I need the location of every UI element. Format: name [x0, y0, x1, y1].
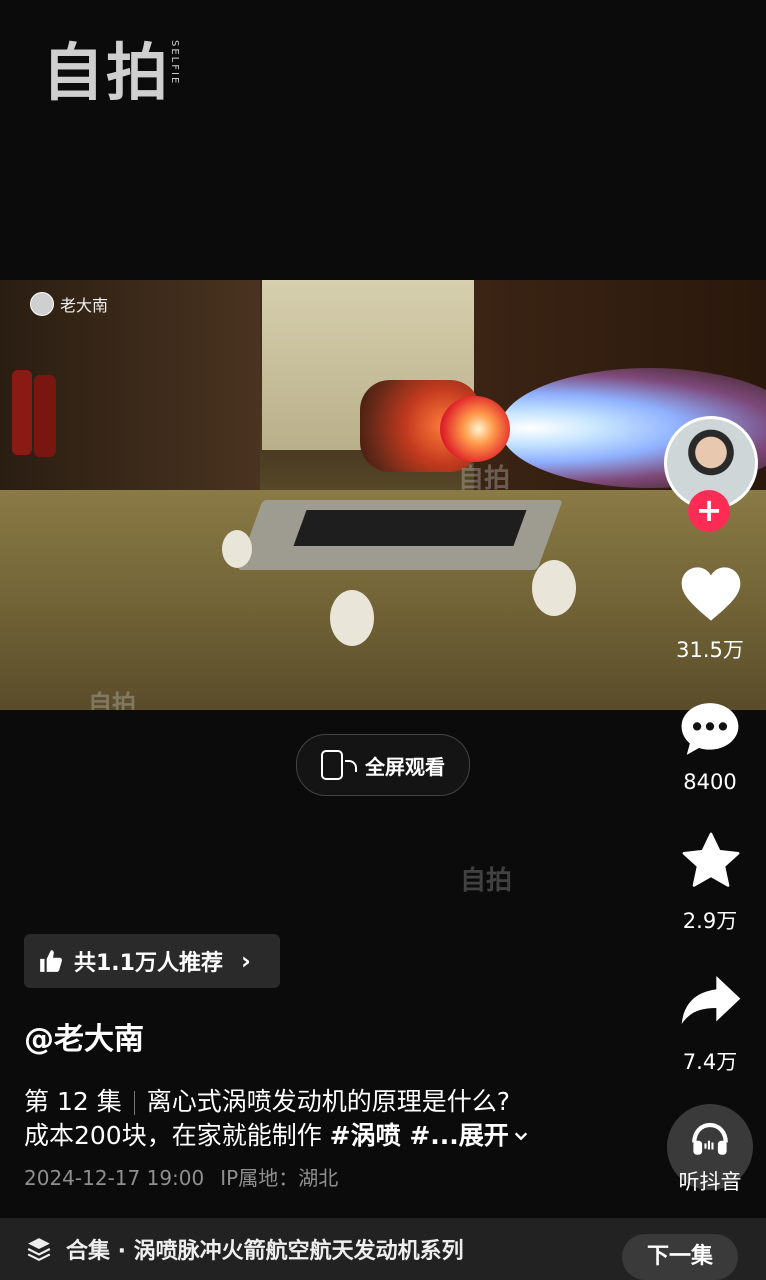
chevron-down-icon[interactable]	[513, 1128, 529, 1144]
comment-count: 8400	[683, 770, 737, 794]
share-arrow-icon[interactable]	[679, 972, 743, 1028]
thumbs-up-icon	[40, 950, 62, 972]
hashtags[interactable]: #涡喷 #...	[330, 1121, 459, 1150]
follow-button[interactable]: +	[688, 490, 730, 532]
author-name[interactable]: @老大南	[24, 1014, 144, 1058]
author-mini-avatar	[30, 292, 54, 316]
fire-extinguisher	[34, 375, 56, 457]
cart-board	[293, 510, 527, 546]
next-episode-button[interactable]: 下一集	[622, 1234, 738, 1280]
cart-wheel	[532, 560, 576, 616]
headphones-icon	[692, 1122, 728, 1155]
recommend-pill[interactable]: 共1.1万人推荐 ›	[24, 934, 280, 988]
description-text: 成本200块，在家就能制作	[24, 1121, 330, 1150]
chevron-right-icon: ›	[240, 947, 251, 975]
engine-nozzle	[440, 396, 510, 462]
favorite-star-icon[interactable]	[679, 830, 743, 892]
video-watermark: 自拍	[458, 464, 511, 494]
video-player[interactable]: 自拍 自拍	[0, 280, 766, 710]
description-title: 离心式涡喷发动机的原理是什么?	[146, 1087, 510, 1116]
post-time: 2024-12-17 19:00	[24, 1166, 205, 1190]
layers-icon	[27, 1238, 51, 1262]
selfie-logo-sub: SELFIE	[169, 40, 180, 86]
like-heart-icon[interactable]	[679, 564, 743, 624]
fullscreen-button[interactable]: 全屏观看	[296, 734, 470, 796]
recommend-label: 共1.1万人推荐	[74, 951, 223, 976]
like-count: 31.5万	[676, 638, 744, 662]
cart-wheel	[330, 590, 374, 646]
collection-title: 合集 · 涡喷脉冲火箭航空航天发动机系列	[66, 1239, 464, 1264]
ip-location: IP属地：湖北	[220, 1166, 339, 1190]
episode-label: 第 12 集	[24, 1087, 122, 1116]
share-count: 7.4万	[682, 1050, 738, 1074]
description-line1: 第 12 集离心式涡喷发动机的原理是什么?	[24, 1082, 510, 1118]
video-author-badge: 老大南	[30, 292, 108, 316]
favorite-count: 2.9万	[682, 909, 738, 933]
fire-extinguisher	[12, 370, 32, 455]
divider	[133, 1091, 135, 1115]
fullscreen-label: 全屏观看	[365, 754, 445, 779]
expand-link[interactable]: 展开	[459, 1121, 509, 1150]
description-line2: 成本200块，在家就能制作 #涡喷 #...展开	[24, 1116, 529, 1152]
cart-wheel	[222, 530, 252, 568]
video-watermark: 自拍	[88, 690, 136, 710]
watermark: 自拍	[460, 866, 513, 896]
video-author-name: 老大南	[60, 296, 109, 315]
comment-icon[interactable]	[678, 698, 742, 760]
selfie-logo: 自拍	[42, 36, 171, 109]
rotate-phone-icon	[321, 750, 357, 780]
post-meta: 2024-12-17 19:00 IP属地：湖北	[24, 1162, 338, 1191]
listen-label: 听抖音	[678, 1170, 742, 1194]
